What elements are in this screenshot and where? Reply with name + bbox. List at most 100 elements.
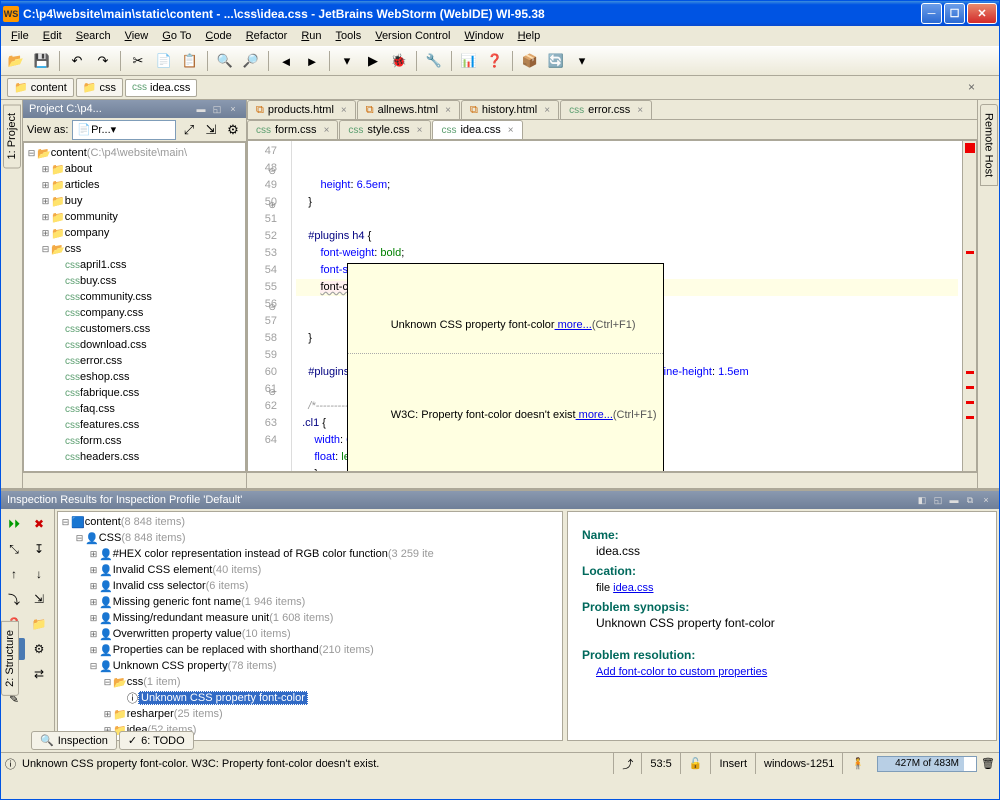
tree-item[interactable]: ⊟📂 css (1 item) bbox=[60, 674, 560, 690]
panel-close-icon[interactable]: × bbox=[226, 102, 240, 116]
menu-search[interactable]: Search bbox=[70, 28, 117, 44]
tab-close-icon[interactable]: × bbox=[544, 105, 550, 116]
tooltip-more-link-2[interactable]: more... bbox=[576, 409, 613, 421]
tree-item[interactable]: css buy.css bbox=[26, 273, 243, 289]
tree-toggle-icon[interactable]: ⊞ bbox=[40, 228, 51, 239]
tree-item[interactable]: ⊞📁 articles bbox=[26, 177, 243, 193]
status-encoding[interactable]: windows-1251 bbox=[755, 753, 842, 774]
editor-tab-style.css[interactable]: cssstyle.css× bbox=[339, 120, 431, 139]
inspection-tree[interactable]: ⊟🟦 content (8 848 items)⊟👤 CSS (8 848 it… bbox=[57, 511, 563, 741]
open-button[interactable]: 📂 bbox=[5, 50, 27, 72]
scroll-to-source-icon[interactable]: ⤢ bbox=[180, 121, 198, 139]
tree-item[interactable]: ⊞📁 buy bbox=[26, 193, 243, 209]
tree-toggle-icon[interactable]: ⊞ bbox=[88, 629, 99, 640]
tree-item[interactable]: css headers.css bbox=[26, 449, 243, 465]
tree-toggle-icon[interactable]: ⊞ bbox=[40, 164, 51, 175]
diff-icon[interactable]: ⇄ bbox=[28, 663, 50, 685]
inspection-close-icon[interactable]: × bbox=[979, 493, 993, 507]
save-button[interactable]: 💾 bbox=[31, 50, 53, 72]
tree-toggle-icon[interactable]: ⊟ bbox=[26, 148, 37, 159]
code-line-48[interactable]: } bbox=[296, 194, 958, 211]
tab-close-icon[interactable]: × bbox=[341, 105, 347, 116]
status-inspector-icon[interactable]: 🧍 bbox=[842, 753, 873, 774]
tool-tab-todo[interactable]: ✓6: TODO bbox=[119, 731, 194, 750]
error-stripe-mark[interactable] bbox=[966, 401, 974, 404]
status-goto-icon[interactable]: ⤴ bbox=[613, 753, 641, 774]
inspection-restore-icon[interactable]: ◱ bbox=[931, 493, 945, 507]
tree-item[interactable]: css faq.css bbox=[26, 401, 243, 417]
project-tree[interactable]: ⊟📂 content (C:\p4\website\main\⊞📁 about⊞… bbox=[23, 142, 246, 472]
window-close-button[interactable]: ✕ bbox=[967, 3, 997, 24]
tab-close-icon[interactable]: × bbox=[637, 105, 643, 116]
menu-view[interactable]: View bbox=[119, 28, 155, 44]
statusbar-trash-icon[interactable]: 🗑 bbox=[981, 757, 995, 770]
tree-item[interactable]: css eshop.css bbox=[26, 369, 243, 385]
tree-item[interactable]: ⊟📂 content (C:\p4\website\main\ bbox=[26, 145, 243, 161]
replace-button[interactable]: 🔎 bbox=[240, 50, 262, 72]
tree-item[interactable]: ⊞👤 Invalid css selector (6 items) bbox=[60, 578, 560, 594]
tree-item[interactable]: ⊞👤 Properties can be replaced with short… bbox=[60, 642, 560, 658]
group-by-icon[interactable]: 📁 bbox=[28, 613, 50, 635]
tree-item[interactable]: css download.css bbox=[26, 337, 243, 353]
code-line-50[interactable]: #plugins h4 { bbox=[296, 228, 958, 245]
tree-toggle-icon[interactable]: ⊟ bbox=[74, 533, 85, 544]
tool-tab-inspection[interactable]: 🔍Inspection bbox=[31, 731, 117, 750]
menu-code[interactable]: Code bbox=[199, 28, 237, 44]
editor-tab-error.css[interactable]: csserror.css× bbox=[560, 100, 652, 119]
run-button[interactable]: ▶ bbox=[362, 50, 384, 72]
tree-toggle-icon[interactable]: ⊞ bbox=[88, 597, 99, 608]
view-as-combo[interactable]: 📄 Pr... ▾ bbox=[72, 120, 176, 140]
project-hscrollbar[interactable] bbox=[23, 472, 246, 488]
statusbar-info-icon[interactable]: ⓘ bbox=[5, 756, 16, 772]
rerun-icon[interactable]: ⏵⏵ bbox=[3, 513, 25, 535]
project-tool-tab[interactable]: 1: Project bbox=[3, 104, 21, 168]
tooltip-more-link-1[interactable]: more... bbox=[555, 319, 592, 331]
menu-window[interactable]: Window bbox=[458, 28, 509, 44]
tree-item[interactable]: css fabrique.css bbox=[26, 385, 243, 401]
detail-resolution-link[interactable]: Add font-color to custom properties bbox=[596, 666, 767, 678]
settings-icon[interactable]: ⚙ bbox=[224, 121, 242, 139]
copy-button[interactable]: 📄 bbox=[153, 50, 175, 72]
tree-item[interactable]: css community.css bbox=[26, 289, 243, 305]
collapse-icon[interactable]: ↧ bbox=[28, 538, 50, 560]
settings-tb-icon[interactable]: ⚙ bbox=[28, 638, 50, 660]
code-line-51[interactable]: font-weight: bold; bbox=[296, 245, 958, 262]
status-lock-icon[interactable]: 🔓 bbox=[680, 753, 711, 774]
tab-close-icon[interactable]: × bbox=[508, 125, 514, 136]
debug-button[interactable]: 🐞 bbox=[388, 50, 410, 72]
error-stripe-summary-icon[interactable] bbox=[965, 143, 975, 153]
code-line-49[interactable] bbox=[296, 211, 958, 228]
vcs-update-button[interactable]: 🔄 bbox=[545, 50, 567, 72]
status-insert-mode[interactable]: Insert bbox=[710, 753, 755, 774]
panel-minimize-icon[interactable]: ▬ bbox=[194, 102, 208, 116]
tree-item[interactable]: ⊞👤 Invalid CSS element (40 items) bbox=[60, 562, 560, 578]
collapse-all-icon[interactable]: ⇲ bbox=[202, 121, 220, 139]
editor-tab-allnews.html[interactable]: ⧉allnews.html× bbox=[357, 100, 460, 119]
error-stripe[interactable] bbox=[962, 141, 976, 471]
run-config-button[interactable]: ▾ bbox=[336, 50, 358, 72]
tree-item[interactable]: ⊞👤 Missing/redundant measure unit (1 608… bbox=[60, 610, 560, 626]
tree-item[interactable]: css customers.css bbox=[26, 321, 243, 337]
tab-close-icon[interactable]: × bbox=[445, 105, 451, 116]
forward-button[interactable]: ► bbox=[301, 50, 323, 72]
detail-location-link[interactable]: idea.css bbox=[613, 582, 653, 594]
inspection-result-selected[interactable]: ⓘ Unknown CSS property font-color bbox=[60, 690, 560, 706]
tree-toggle-icon[interactable]: ⊞ bbox=[88, 581, 99, 592]
find-button[interactable]: 🔍 bbox=[214, 50, 236, 72]
code-line-47[interactable]: height: 6.5em; bbox=[296, 177, 958, 194]
panel-float-icon[interactable]: ◱ bbox=[210, 102, 224, 116]
error-stripe-mark[interactable] bbox=[966, 371, 974, 374]
fold-icon[interactable]: ⊖ bbox=[266, 299, 276, 309]
tree-item[interactable]: css april1.css bbox=[26, 257, 243, 273]
tree-item[interactable]: ⊟🟦 content (8 848 items) bbox=[60, 514, 560, 530]
menu-edit[interactable]: Edit bbox=[37, 28, 68, 44]
error-stripe-mark[interactable] bbox=[966, 416, 974, 419]
tree-item[interactable]: css form.css bbox=[26, 433, 243, 449]
tree-toggle-icon[interactable]: ⊟ bbox=[60, 517, 71, 528]
tree-toggle-icon[interactable]: ⊟ bbox=[102, 677, 113, 688]
export-icon[interactable]: ⇲ bbox=[28, 588, 50, 610]
tree-item[interactable]: ⊞📁 resharper (25 items) bbox=[60, 706, 560, 722]
tree-item[interactable]: ⊟📂 css bbox=[26, 241, 243, 257]
settings-button[interactable]: 🔧 bbox=[423, 50, 445, 72]
paste-button[interactable]: 📋 bbox=[179, 50, 201, 72]
